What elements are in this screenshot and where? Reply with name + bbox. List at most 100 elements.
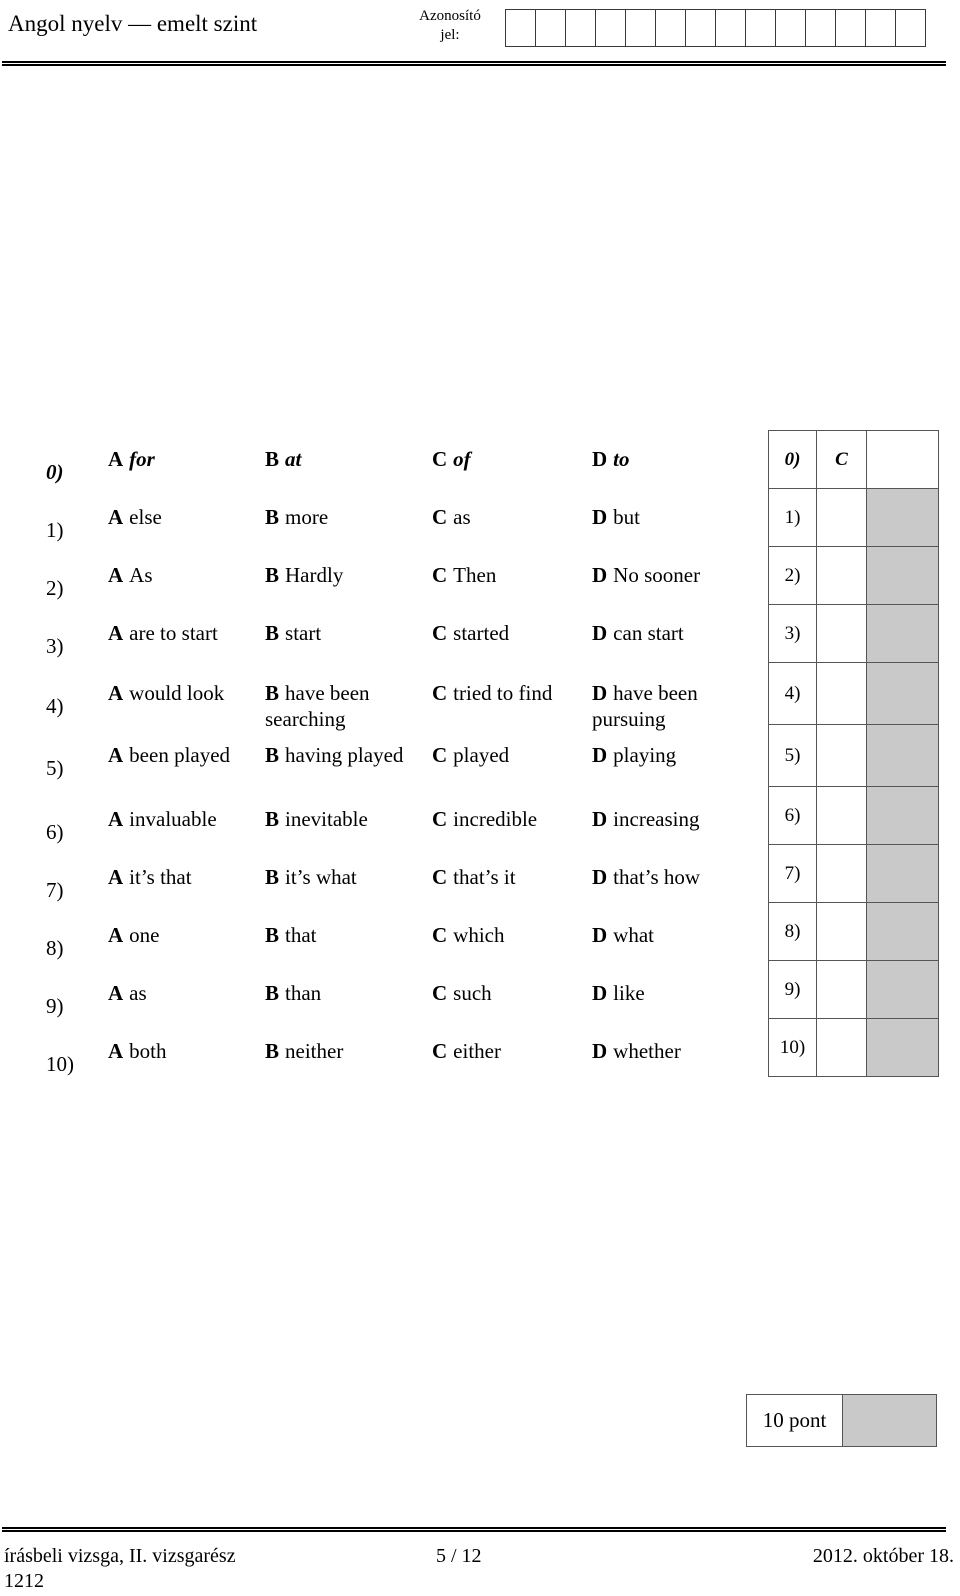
identifier-code-cell[interactable] <box>626 10 656 46</box>
option-b[interactable]: B Hardly <box>265 562 425 588</box>
identifier-code-cell[interactable] <box>686 10 716 46</box>
option-letter-b: B <box>265 563 280 587</box>
question-number: 0) <box>46 460 64 484</box>
exam-title: Angol nyelv — emelt szint <box>8 11 258 36</box>
option-b[interactable]: Binevitable <box>265 806 425 832</box>
answer-score-cell[interactable] <box>866 488 939 547</box>
answer-input-cell[interactable] <box>816 1018 867 1077</box>
answer-input-cell[interactable] <box>816 724 867 787</box>
identifier-code-cell[interactable] <box>866 10 896 46</box>
option-b[interactable]: Bit’s what <box>265 864 425 890</box>
option-c[interactable]: C Then <box>432 562 587 588</box>
question-row: 4) Awould look Bhave been searching Ctried … <box>0 662 760 731</box>
answer-score-cell[interactable] <box>866 604 939 663</box>
option-c[interactable]: Cstarted <box>432 620 587 646</box>
option-b[interactable]: Bhaving played <box>265 742 425 768</box>
option-c[interactable]: Csuch <box>432 980 587 1006</box>
option-d[interactable]: Dincreasing <box>592 806 767 832</box>
identifier-code-cell[interactable] <box>716 10 746 46</box>
option-a[interactable]: Aone <box>108 922 258 948</box>
option-a[interactable]: Ainvaluable <box>108 806 258 832</box>
option-text-c: such <box>453 981 492 1005</box>
option-d[interactable]: Dlike <box>592 980 767 1006</box>
option-a[interactable]: Aare to start <box>108 620 258 646</box>
answer-input-cell[interactable] <box>816 662 867 725</box>
option-a[interactable]: Awould look <box>108 680 258 706</box>
option-d[interactable]: D No sooner <box>592 562 767 588</box>
option-letter-d: D <box>592 865 608 889</box>
answer-row: 2) <box>768 546 939 605</box>
answer-input-cell[interactable] <box>816 960 867 1019</box>
answer-score-cell[interactable] <box>866 786 939 845</box>
option-c[interactable]: Ceither <box>432 1038 587 1064</box>
option-letter-b: B <box>265 807 280 831</box>
option-b[interactable]: Bneither <box>265 1038 425 1064</box>
option-a[interactable]: Abeen played <box>108 742 258 768</box>
option-d[interactable]: Dcan start <box>592 620 767 646</box>
option-b[interactable]: Bstart <box>265 620 425 646</box>
answer-score-cell[interactable] <box>866 844 939 903</box>
answer-score-cell[interactable] <box>866 1018 939 1077</box>
answer-score-cell[interactable] <box>866 662 939 725</box>
option-c[interactable]: Cwhich <box>432 922 587 948</box>
option-c[interactable]: Cas <box>432 504 587 530</box>
identifier-code-cell[interactable] <box>806 10 836 46</box>
option-a[interactable]: Aboth <box>108 1038 258 1064</box>
option-c[interactable]: Cthat’s it <box>432 864 587 890</box>
option-letter-d: D <box>592 1039 608 1063</box>
option-a[interactable]: A As <box>108 562 258 588</box>
identifier-code-grid[interactable] <box>505 9 926 47</box>
answer-row-number: 10) <box>768 1018 817 1077</box>
option-d[interactable]: Dbut <box>592 504 767 530</box>
option-d[interactable]: Dwhat <box>592 922 767 948</box>
answer-input-cell[interactable] <box>816 546 867 605</box>
option-c[interactable]: Cplayed <box>432 742 587 768</box>
answer-score-cell[interactable] <box>866 724 939 787</box>
question-row: 1) Aelse Bmore Cas Dbut <box>0 488 760 546</box>
option-text-a: been played <box>129 743 231 767</box>
option-text-d: playing <box>613 743 677 767</box>
option-a[interactable]: Ait’s that <box>108 864 258 890</box>
option-d[interactable]: Dto <box>592 446 767 472</box>
identifier-code-cell[interactable] <box>776 10 806 46</box>
option-b[interactable]: Bthan <box>265 980 425 1006</box>
identifier-code-cell[interactable] <box>746 10 776 46</box>
answer-input-cell[interactable] <box>816 902 867 961</box>
answer-input-cell[interactable]: C <box>816 430 867 489</box>
identifier-code-cell[interactable] <box>566 10 596 46</box>
answer-score-cell[interactable] <box>866 960 939 1019</box>
option-letter-b: B <box>265 621 280 645</box>
identifier-code-cell[interactable] <box>656 10 686 46</box>
answer-input-cell[interactable] <box>816 604 867 663</box>
question-row: 2) A As B Hardly C Then D No sooner <box>0 546 760 604</box>
option-b[interactable]: Bat <box>265 446 425 472</box>
answer-score-cell[interactable] <box>866 902 939 961</box>
points-box: 10 pont <box>746 1394 937 1447</box>
option-text-b: neither <box>285 1039 344 1063</box>
option-text-d: but <box>613 505 641 529</box>
option-d[interactable]: Dplaying <box>592 742 767 768</box>
option-b[interactable]: Bmore <box>265 504 425 530</box>
option-c[interactable]: Cincredible <box>432 806 587 832</box>
option-letter-a: A <box>108 505 124 529</box>
identifier-code-cell[interactable] <box>596 10 626 46</box>
option-c[interactable]: Cof <box>432 446 587 472</box>
identifier-code-cell[interactable] <box>536 10 566 46</box>
identifier-code-cell[interactable] <box>896 10 926 46</box>
answer-input-cell[interactable] <box>816 488 867 547</box>
option-a[interactable]: Aas <box>108 980 258 1006</box>
answer-input-cell[interactable] <box>816 844 867 903</box>
identifier-code-cell[interactable] <box>836 10 866 46</box>
answer-row-number: 8) <box>768 902 817 961</box>
points-score-cell[interactable] <box>842 1394 937 1447</box>
option-d[interactable]: Dwhether <box>592 1038 767 1064</box>
option-d[interactable]: Dthat’s how <box>592 864 767 890</box>
option-b[interactable]: Bthat <box>265 922 425 948</box>
option-a[interactable]: Afor <box>108 446 258 472</box>
identifier-code-cell[interactable] <box>506 10 536 46</box>
option-c[interactable]: Ctried to find <box>432 680 587 706</box>
answer-input-cell[interactable] <box>816 786 867 845</box>
option-a[interactable]: Aelse <box>108 504 258 530</box>
answer-score-cell[interactable] <box>866 546 939 605</box>
identifier-label-line1: Azonosító <box>419 8 481 24</box>
